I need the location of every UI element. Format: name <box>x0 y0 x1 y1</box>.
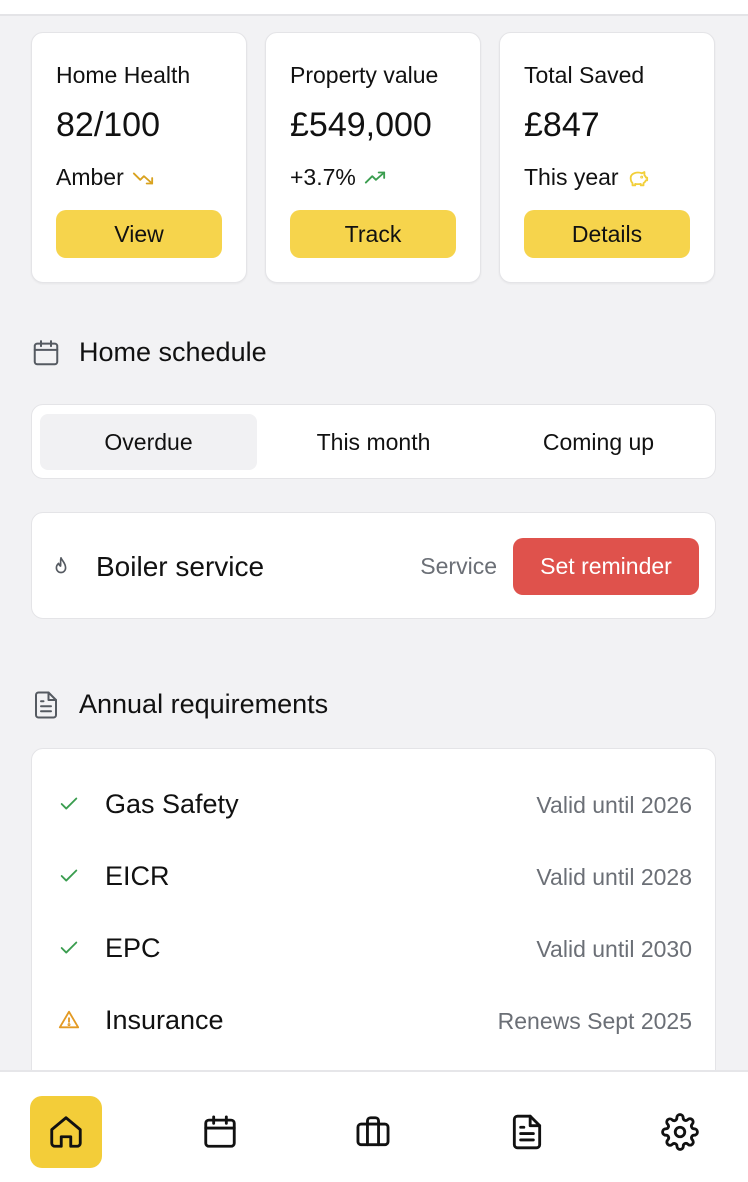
card-label: Total Saved <box>524 62 645 88</box>
set-reminder-button[interactable]: Set reminder <box>513 538 699 595</box>
home-health-card: Home Health 82/100 Amber View <box>31 32 247 283</box>
check-icon <box>60 797 78 810</box>
task-type: Service <box>420 553 497 579</box>
card-value: 82/100 <box>56 106 160 144</box>
nav-home[interactable] <box>30 1096 102 1168</box>
requirements-list: Gas Safety Valid until 2026 EICR Valid u… <box>31 748 716 1108</box>
requirement-status: Renews Sept 2025 <box>497 1008 692 1034</box>
annual-requirements-header: Annual requirements <box>31 689 328 720</box>
check-icon <box>60 941 78 954</box>
section-title: Home schedule <box>79 337 267 367</box>
warning-icon <box>58 1010 80 1029</box>
nav-settings[interactable] <box>644 1096 716 1168</box>
home-icon <box>50 1116 82 1148</box>
schedule-tabs: Overdue This month Coming up <box>31 404 716 479</box>
nav-calendar[interactable] <box>184 1096 256 1168</box>
requirement-status: Valid until 2030 <box>536 936 692 962</box>
briefcase-icon <box>356 1116 390 1147</box>
tab-overdue[interactable]: Overdue <box>40 414 257 470</box>
piggy-bank-icon <box>629 170 648 186</box>
property-value-card: Property value £549,000 +3.7% Track <box>265 32 481 283</box>
view-button[interactable]: View <box>56 210 222 258</box>
card-value: £549,000 <box>290 106 432 144</box>
nav-briefcase[interactable] <box>337 1096 409 1168</box>
bottom-nav <box>0 1070 748 1182</box>
card-label: Home Health <box>56 62 191 88</box>
requirement-name: Insurance <box>105 1005 224 1035</box>
document-icon <box>35 691 57 718</box>
settings-icon <box>661 1113 699 1151</box>
card-label: Property value <box>290 62 439 88</box>
list-item: EICR Valid until 2028 <box>32 839 717 911</box>
card-sub-text: +3.7% <box>290 164 356 190</box>
requirement-status: Valid until 2026 <box>536 792 692 818</box>
calendar-icon <box>204 1115 236 1148</box>
card-sub: This year <box>524 164 649 191</box>
track-button[interactable]: Track <box>290 210 456 258</box>
card-sub-text: This year <box>524 164 619 190</box>
list-item: Gas Safety Valid until 2026 <box>32 767 717 839</box>
requirement-name: EPC <box>105 933 161 963</box>
check-icon <box>60 869 78 882</box>
list-item: Insurance Renews Sept 2025 <box>32 983 717 1055</box>
nav-documents[interactable] <box>491 1096 563 1168</box>
requirement-name: Gas Safety <box>105 789 239 819</box>
card-sub-text: Amber <box>56 164 124 190</box>
task-name: Boiler service <box>96 551 265 582</box>
tab-this-month[interactable]: This month <box>265 414 482 470</box>
home-schedule-header: Home schedule <box>31 337 267 368</box>
card-sub: Amber <box>56 164 154 191</box>
requirement-name: EICR <box>105 861 170 891</box>
document-icon <box>512 1114 542 1150</box>
card-sub: +3.7% <box>290 164 386 191</box>
total-saved-card: Total Saved £847 This year Details <box>499 32 715 283</box>
section-title: Annual requirements <box>79 689 329 719</box>
top-bar <box>0 0 748 16</box>
tab-coming-up[interactable]: Coming up <box>490 414 707 470</box>
list-item: EPC Valid until 2030 <box>32 911 717 983</box>
details-button[interactable]: Details <box>524 210 690 258</box>
card-value: £847 <box>524 106 600 144</box>
flame-icon <box>55 557 67 574</box>
trending-up-icon <box>364 171 385 183</box>
task-card: Boiler service Service Set reminder <box>31 512 716 619</box>
trending-down-icon <box>132 172 153 184</box>
requirement-status: Valid until 2028 <box>536 864 692 890</box>
calendar-icon <box>33 339 59 365</box>
